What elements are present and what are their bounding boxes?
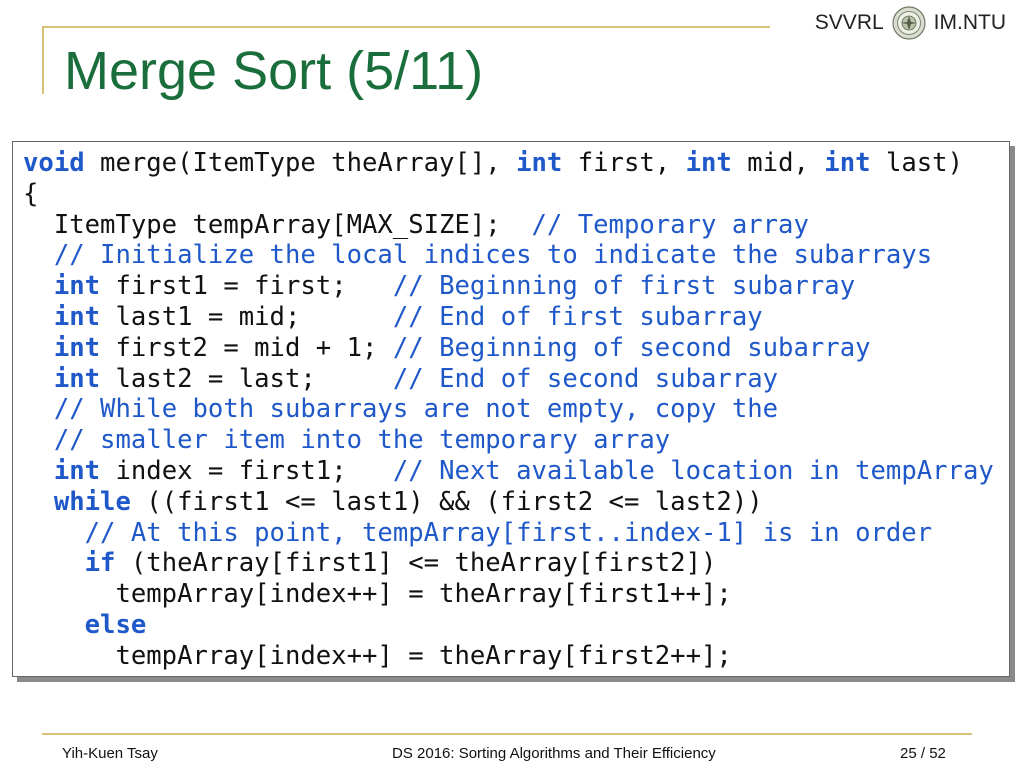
code-text: first2 = mid + 1; bbox=[100, 332, 393, 363]
code-line: int first2 = mid + 1; // Beginning of se… bbox=[23, 333, 871, 363]
code-text: mid, bbox=[731, 148, 825, 178]
code-text: first1 = first; bbox=[100, 271, 393, 302]
code-comment: // While both subarrays are not empty, c… bbox=[53, 394, 779, 425]
code-line: // Initialize the local indices to indic… bbox=[23, 240, 932, 270]
code-line: int last2 = last; // End of second subar… bbox=[23, 364, 778, 394]
code-text: first, bbox=[562, 148, 686, 178]
code-text: last1 = mid; bbox=[100, 301, 393, 332]
left-divider bbox=[42, 26, 44, 94]
code-keyword: int bbox=[53, 301, 101, 332]
page-total: 52 bbox=[929, 745, 946, 762]
footer-author: Yih-Kuen Tsay bbox=[62, 745, 158, 762]
code-comment: // At this point, tempArray[first..index… bbox=[84, 517, 933, 548]
code-keyword: int bbox=[685, 148, 732, 178]
code-line: if (theArray[first1] <= theArray[first2]… bbox=[23, 548, 717, 579]
school-name: IM.NTU bbox=[933, 11, 1006, 34]
code-line: ItemType tempArray[MAX_SIZE]; // Tempora… bbox=[23, 210, 809, 240]
code-text: ItemType tempArray[MAX_SIZE]; bbox=[23, 209, 532, 240]
code-comment: // Beginning of second subarray bbox=[392, 332, 871, 363]
code-comment: // End of second subarray bbox=[392, 363, 779, 394]
code-comment: // Initialize the local indices to indic… bbox=[53, 240, 933, 271]
code-text: { bbox=[23, 178, 39, 209]
page-current: 25 bbox=[900, 745, 917, 762]
code-keyword: if bbox=[84, 548, 116, 579]
code-text: last) bbox=[870, 148, 963, 178]
code-listing: void merge(ItemType theArray[], int firs… bbox=[13, 142, 1009, 672]
code-line: tempArray[index++] = theArray[first1++]; bbox=[23, 579, 732, 610]
code-keyword: void bbox=[23, 148, 85, 178]
code-keyword: int bbox=[53, 455, 101, 486]
code-line: while ((first1 <= last1) && (first2 <= l… bbox=[23, 487, 763, 517]
lab-name: SVVRL bbox=[814, 11, 884, 34]
code-line: int first1 = first; // Beginning of firs… bbox=[23, 271, 855, 301]
footer-page-number: 25 / 52 bbox=[900, 745, 946, 762]
header-brand: SVVRL IM.NTU bbox=[815, 6, 1006, 40]
bottom-divider bbox=[42, 733, 972, 735]
code-text: (theArray[first1] <= theArray[first2]) bbox=[115, 548, 717, 579]
code-comment: // Beginning of first subarray bbox=[392, 271, 856, 302]
code-keyword: else bbox=[84, 609, 147, 640]
code-text: last2 = last; bbox=[100, 363, 393, 394]
code-line: int index = first1; // Next available lo… bbox=[23, 456, 994, 486]
code-keyword: int bbox=[516, 148, 563, 178]
code-text: ((first1 <= last1) && (first2 <= last2)) bbox=[130, 486, 763, 517]
code-text: index = first1; bbox=[100, 455, 393, 486]
code-line: else bbox=[23, 609, 147, 640]
code-line: // While both subarrays are not empty, c… bbox=[23, 394, 778, 424]
code-line: tempArray[index++] = theArray[first2++]; bbox=[23, 640, 732, 671]
code-comment: // End of first subarray bbox=[392, 301, 763, 332]
code-keyword: int bbox=[824, 148, 871, 178]
top-divider bbox=[42, 26, 770, 28]
code-comment: // Temporary array bbox=[531, 209, 809, 240]
footer-course: DS 2016: Sorting Algorithms and Their Ef… bbox=[392, 745, 716, 762]
code-line: void merge(ItemType theArray[], int firs… bbox=[23, 148, 963, 178]
code-comment: // Next available location in tempArray bbox=[392, 455, 994, 486]
code-text: tempArray[index++] = theArray[first1++]; bbox=[23, 579, 732, 610]
code-keyword: while bbox=[53, 486, 131, 517]
slide-title: Merge Sort (5/11) bbox=[64, 41, 484, 101]
code-text: tempArray[index++] = theArray[first2++]; bbox=[23, 640, 732, 671]
page-separator: / bbox=[920, 745, 926, 762]
code-block: void merge(ItemType theArray[], int firs… bbox=[12, 141, 1010, 677]
code-line: int last1 = mid; // End of first subarra… bbox=[23, 302, 763, 332]
code-keyword: int bbox=[53, 363, 101, 394]
code-line: { bbox=[23, 179, 38, 209]
code-keyword: int bbox=[53, 332, 101, 363]
code-keyword: int bbox=[53, 271, 101, 302]
code-text: merge(ItemType theArray[], bbox=[84, 148, 517, 178]
code-comment: // smaller item into the temporary array bbox=[53, 425, 671, 456]
ntu-seal-icon bbox=[892, 6, 926, 40]
code-line: // smaller item into the temporary array bbox=[23, 425, 670, 455]
code-line: // At this point, tempArray[first..index… bbox=[23, 518, 932, 548]
